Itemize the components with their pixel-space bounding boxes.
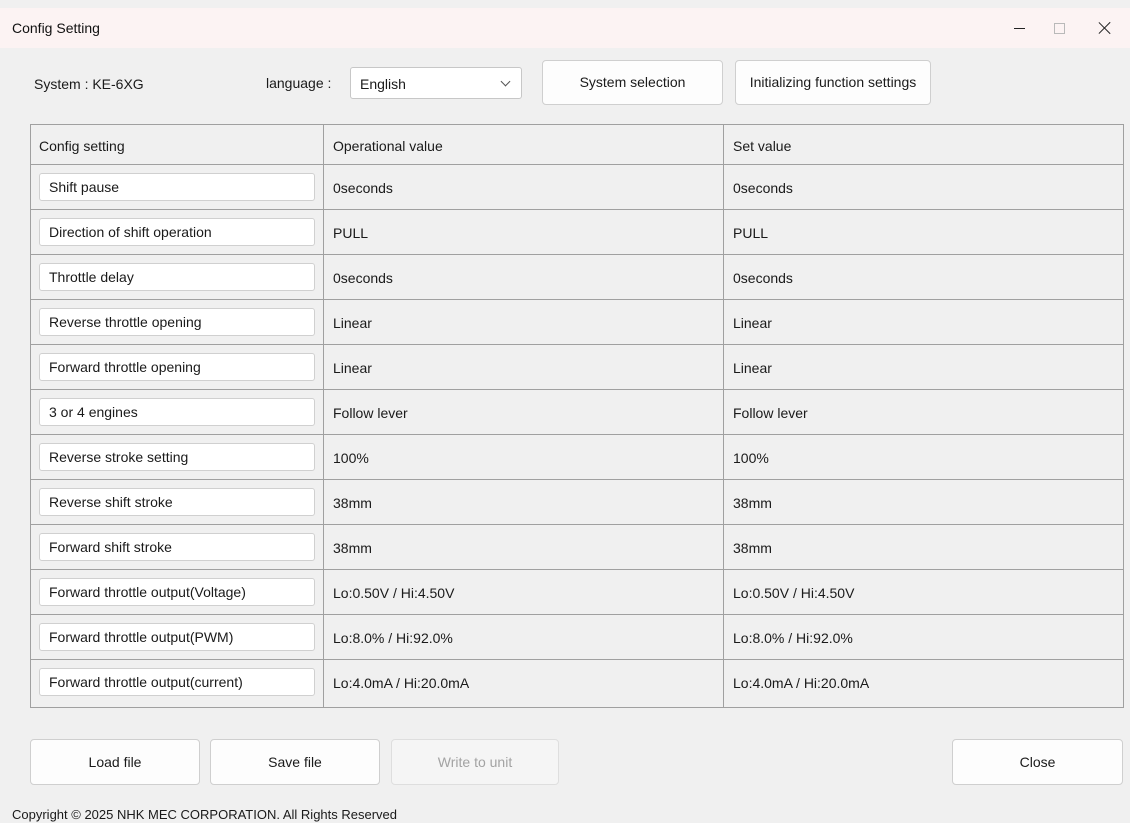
set-value: Lo:0.50V / Hi:4.50V (733, 585, 855, 601)
operational-value: Lo:4.0mA / Hi:20.0mA (333, 675, 470, 691)
config-setting-window: Config Setting System : KE-6XG language … (0, 0, 1130, 823)
table-row: Reverse throttle opening Linear Linear (31, 300, 1123, 345)
setting-button[interactable]: Forward throttle output(Voltage) (39, 578, 315, 606)
set-value: 0seconds (733, 180, 793, 196)
system-selection-button[interactable]: System selection (542, 60, 723, 105)
operational-value: Linear (333, 315, 372, 331)
setting-button[interactable]: Forward throttle opening (39, 353, 315, 381)
operational-value: 38mm (333, 495, 372, 511)
minimize-icon (1013, 27, 1025, 29)
window-title: Config Setting (12, 20, 100, 36)
language-label: language : (266, 75, 332, 91)
table-row: Direction of shift operation PULL PULL (31, 210, 1123, 255)
setting-button[interactable]: Reverse shift stroke (39, 488, 315, 516)
set-value: Lo:8.0% / Hi:92.0% (733, 630, 853, 646)
close-icon (1098, 21, 1112, 35)
set-value: Linear (733, 360, 772, 376)
set-value: 100% (733, 450, 769, 466)
write-to-unit-button[interactable]: Write to unit (391, 739, 559, 785)
table-row: Reverse shift stroke 38mm 38mm (31, 480, 1123, 525)
save-file-button[interactable]: Save file (210, 739, 380, 785)
set-value: Linear (733, 315, 772, 331)
system-label: System : KE-6XG (34, 76, 144, 92)
set-value: Follow lever (733, 405, 808, 421)
table-row: Reverse stroke setting 100% 100% (31, 435, 1123, 480)
operational-value: 0seconds (333, 180, 393, 196)
operational-value: Lo:8.0% / Hi:92.0% (333, 630, 453, 646)
setting-button[interactable]: Direction of shift operation (39, 218, 315, 246)
operational-value: PULL (333, 225, 369, 241)
table-header-row: Config setting Operational value Set val… (31, 125, 1123, 165)
set-value: Lo:4.0mA / Hi:20.0mA (733, 675, 870, 691)
setting-button[interactable]: Forward throttle output(current) (39, 668, 315, 696)
table-row: Forward throttle output(Voltage) Lo:0.50… (31, 570, 1123, 615)
header-config-setting: Config setting (39, 138, 125, 154)
operational-value: 0seconds (333, 270, 393, 286)
table-row: Forward throttle output(PWM) Lo:8.0% / H… (31, 615, 1123, 660)
table-row: Forward throttle output(current) Lo:4.0m… (31, 660, 1123, 704)
language-select[interactable]: English (350, 67, 522, 99)
language-selected-value: English (360, 76, 406, 92)
setting-button[interactable]: Reverse throttle opening (39, 308, 315, 336)
setting-button[interactable]: Reverse stroke setting (39, 443, 315, 471)
initializing-function-settings-button[interactable]: Initializing function settings (735, 60, 931, 105)
set-value: 0seconds (733, 270, 793, 286)
copyright-text: Copyright © 2025 NHK MEC CORPORATION. Al… (12, 807, 398, 822)
operational-value: Linear (333, 360, 372, 376)
table-row: Shift pause 0seconds 0seconds (31, 165, 1123, 210)
set-value: 38mm (733, 495, 772, 511)
table-row: Forward throttle opening Linear Linear (31, 345, 1123, 390)
close-button[interactable]: Close (952, 739, 1123, 785)
setting-button[interactable]: Shift pause (39, 173, 315, 201)
config-table: Config setting Operational value Set val… (30, 124, 1124, 708)
window-close-button[interactable] (1082, 8, 1128, 48)
setting-button[interactable]: Forward throttle output(PWM) (39, 623, 315, 651)
title-bar[interactable]: Config Setting (0, 8, 1130, 48)
table-row: Forward shift stroke 38mm 38mm (31, 525, 1123, 570)
set-value: PULL (733, 225, 769, 241)
setting-button[interactable]: Throttle delay (39, 263, 315, 291)
operational-value: Follow lever (333, 405, 408, 421)
header-set-value: Set value (733, 138, 792, 154)
load-file-button[interactable]: Load file (30, 739, 200, 785)
operational-value: 100% (333, 450, 369, 466)
table-row: 3 or 4 engines Follow lever Follow lever (31, 390, 1123, 435)
maximize-button[interactable] (1036, 8, 1082, 48)
setting-button[interactable]: Forward shift stroke (39, 533, 315, 561)
maximize-icon (1053, 22, 1065, 34)
table-row: Throttle delay 0seconds 0seconds (31, 255, 1123, 300)
header-operational-value: Operational value (333, 138, 443, 154)
chevron-down-icon (500, 76, 511, 87)
operational-value: 38mm (333, 540, 372, 556)
setting-button[interactable]: 3 or 4 engines (39, 398, 315, 426)
set-value: 38mm (733, 540, 772, 556)
operational-value: Lo:0.50V / Hi:4.50V (333, 585, 455, 601)
